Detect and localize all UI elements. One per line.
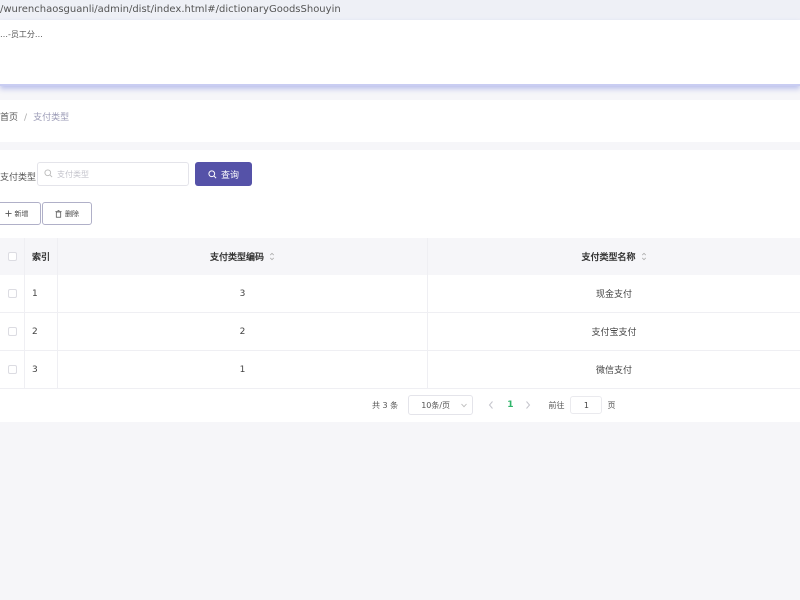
select-all-checkbox[interactable] <box>7 252 17 261</box>
search-icon <box>44 169 53 178</box>
column-index-label: 索引 <box>32 253 51 263</box>
table-row[interactable]: 3 1 微信支付 <box>0 351 800 389</box>
sort-icon[interactable] <box>269 252 275 261</box>
table-row[interactable]: 1 3 现金支付 <box>0 275 800 313</box>
column-code-label: 支付类型编码 <box>209 253 264 263</box>
goto-label: 前往 <box>548 400 565 410</box>
search-icon <box>208 169 217 178</box>
row-check-cell <box>0 313 25 350</box>
filter-label: 支付类型 <box>0 173 37 183</box>
header-check-cell <box>0 238 25 275</box>
row-checkbox[interactable] <box>7 327 17 336</box>
query-button-label: 查询 <box>220 170 239 181</box>
chevron-right-icon[interactable] <box>524 400 532 410</box>
row-name: 现金支付 <box>595 290 632 300</box>
row-checkbox[interactable] <box>7 365 17 374</box>
plus-icon <box>4 210 12 217</box>
pagination: 共 3 条 10条/页 1 前往 页 <box>372 395 615 415</box>
page-size-select[interactable]: 10条/页 <box>408 395 474 415</box>
header-text: …-员工分… <box>0 30 43 39</box>
column-name-label: 支付类型名称 <box>581 253 636 263</box>
row-check-cell <box>0 351 25 388</box>
page-size-value: 10条/页 <box>421 400 451 410</box>
page-suffix-label: 页 <box>607 400 616 410</box>
table-header: 索引 支付类型编码 支付类型名称 <box>0 238 800 275</box>
pagination-total: 共 3 条 <box>372 400 399 410</box>
row-code: 2 <box>58 313 428 350</box>
page-number-current[interactable]: 1 <box>507 400 513 410</box>
row-checkbox[interactable] <box>7 289 17 298</box>
trash-icon <box>55 209 62 218</box>
breadcrumb-separator: / <box>24 113 28 123</box>
data-table: 索引 支付类型编码 支付类型名称 1 3 现金支付 2 2 支付宝支付 3 1 … <box>0 238 800 389</box>
table-row[interactable]: 2 2 支付宝支付 <box>0 313 800 351</box>
row-name: 微信支付 <box>595 366 632 376</box>
url-text: /wurenchaosguanli/admin/dist/index.html#… <box>0 4 341 15</box>
header-name[interactable]: 支付类型名称 <box>428 238 800 275</box>
delete-button-label: 删除 <box>65 209 79 218</box>
address-bar[interactable]: /wurenchaosguanli/admin/dist/index.html#… <box>0 0 800 20</box>
row-code: 3 <box>58 275 428 312</box>
breadcrumb-current: 支付类型 <box>33 113 70 123</box>
chevron-down-icon <box>461 403 468 408</box>
header-index: 索引 <box>25 238 58 275</box>
row-code: 1 <box>58 351 428 388</box>
add-button[interactable]: 新增 <box>0 202 41 225</box>
row-check-cell <box>0 275 25 312</box>
search-input[interactable] <box>37 162 189 186</box>
delete-button[interactable]: 删除 <box>42 202 92 225</box>
breadcrumb: 首页 / 支付类型 <box>0 100 800 142</box>
breadcrumb-home[interactable]: 首页 <box>0 113 18 123</box>
chevron-left-icon[interactable] <box>487 400 495 410</box>
row-name: 支付宝支付 <box>591 328 637 338</box>
query-button[interactable]: 查询 <box>195 162 252 186</box>
goto-page-input[interactable] <box>570 396 603 414</box>
main-panel: 支付类型 查询 新增 删除 索引 <box>0 150 800 422</box>
row-index: 3 <box>25 351 58 388</box>
add-button-label: 新增 <box>14 209 29 218</box>
header-code[interactable]: 支付类型编码 <box>58 238 428 275</box>
row-index: 2 <box>25 313 58 350</box>
top-header: …-员工分… <box>0 20 800 86</box>
sort-icon[interactable] <box>641 252 647 261</box>
row-index: 1 <box>25 275 58 312</box>
